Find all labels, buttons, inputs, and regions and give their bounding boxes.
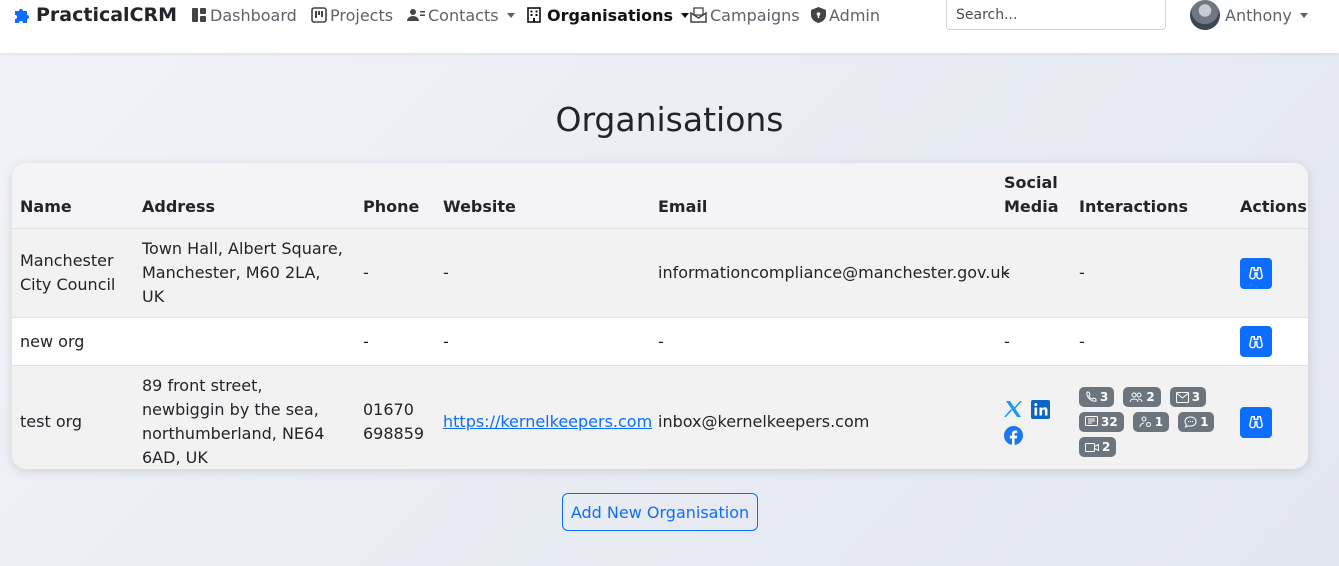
nav-organisations[interactable]: Organisations <box>527 0 689 30</box>
cell-name: Manchester City Council <box>12 228 134 318</box>
binoculars-icon <box>1249 335 1263 348</box>
header-phone: Phone <box>355 163 435 229</box>
nav-projects-label: Projects <box>330 5 394 25</box>
cell-interactions: 3 2 3 32 1 1 2 <box>1071 365 1232 469</box>
search-input[interactable] <box>946 0 1166 30</box>
header-name: Name <box>12 163 134 229</box>
interaction-badge-calls: 3 <box>1079 387 1115 408</box>
cell-interactions: - <box>1071 228 1232 318</box>
chevron-down-icon <box>680 12 689 18</box>
cell-actions <box>1232 228 1308 318</box>
cell-name: new org <box>12 317 134 366</box>
binoculars-icon <box>1249 416 1263 429</box>
interaction-badge-video: 2 <box>1079 437 1117 458</box>
header-actions: Actions <box>1232 163 1308 229</box>
organisations-table-card: Name Address Phone Website Email Social … <box>12 163 1308 469</box>
nav-organisations-label: Organisations <box>547 5 673 25</box>
cell-social <box>996 365 1071 469</box>
cell-address: Town Hall, Albert Square, Manchester, M6… <box>134 228 355 318</box>
nav-contacts[interactable]: Contacts <box>407 0 515 30</box>
cell-email: informationcompliance@manchester.gov.uk <box>650 228 1010 318</box>
header-website: Website <box>435 163 650 229</box>
cell-name: test org <box>12 365 134 469</box>
brand[interactable]: PracticalCRM <box>12 0 177 30</box>
people-icon <box>1129 392 1143 403</box>
website-link[interactable]: https://kernelkeepers.com <box>443 412 652 431</box>
cell-website: - <box>435 317 650 366</box>
interaction-badge-meetings: 2 <box>1123 387 1161 408</box>
cell-interactions: - <box>1071 317 1232 366</box>
view-organisation-button[interactable] <box>1240 326 1272 357</box>
x-twitter-icon[interactable] <box>1004 400 1023 418</box>
header-social-media: Social Media <box>996 163 1071 229</box>
nav-admin-label: Admin <box>829 5 880 25</box>
video-icon <box>1085 442 1099 452</box>
envelope-icon <box>1175 391 1189 403</box>
table-row: new org - - - - - <box>12 317 1308 366</box>
user-menu[interactable]: Anthony <box>1190 0 1308 30</box>
linkedin-icon[interactable] <box>1031 399 1050 419</box>
cell-social: - <box>996 317 1071 366</box>
nav-dashboard-label: Dashboard <box>210 5 297 25</box>
person-gear-icon <box>1139 416 1151 428</box>
table-header-row: Name Address Phone Website Email Social … <box>12 163 1308 229</box>
brand-name: PracticalCRM <box>36 4 178 26</box>
user-name: Anthony <box>1225 5 1292 25</box>
facebook-icon[interactable] <box>1004 425 1023 445</box>
kanban-icon <box>311 7 327 23</box>
navbar: PracticalCRM Dashboard Projects Contacts… <box>0 0 1339 53</box>
nav-admin[interactable]: Admin <box>811 0 880 30</box>
interaction-badge-visits: 1 <box>1132 412 1170 433</box>
nav-projects[interactable]: Projects <box>311 0 393 30</box>
building-icon <box>527 7 541 23</box>
person-lines-icon <box>407 9 425 21</box>
chevron-down-icon <box>506 12 515 18</box>
cell-website: - <box>435 228 650 318</box>
page-title: Organisations <box>555 100 784 139</box>
cell-phone: 01670 698859 <box>355 365 435 469</box>
interaction-badge-emails: 3 <box>1169 387 1207 408</box>
header-email: Email <box>650 163 996 229</box>
cell-website: https://kernelkeepers.com <box>435 365 652 469</box>
nav-campaigns-label: Campaigns <box>710 5 800 25</box>
interaction-badge-messages: 32 <box>1079 412 1124 433</box>
chat-icon <box>1184 416 1197 429</box>
shield-lock-icon <box>811 7 826 23</box>
cell-social: - <box>996 228 1071 318</box>
cell-address: 89 front street, newbiggin by the sea, n… <box>134 365 355 469</box>
cell-actions <box>1232 365 1308 469</box>
interaction-badge-chats: 1 <box>1178 412 1215 433</box>
avatar <box>1190 0 1220 30</box>
binoculars-icon <box>1249 267 1263 280</box>
dashboard-icon <box>192 8 206 22</box>
table-row: Manchester City Council Town Hall, Alber… <box>12 228 1308 318</box>
nav-campaigns[interactable]: Campaigns <box>690 0 800 30</box>
puzzle-logo-icon <box>15 9 29 23</box>
cell-email: - <box>650 317 996 366</box>
header-interactions: Interactions <box>1071 163 1232 229</box>
message-icon <box>1085 416 1098 427</box>
nav-dashboard[interactable]: Dashboard <box>191 0 297 30</box>
organisations-table: Name Address Phone Website Email Social … <box>12 163 1308 469</box>
chevron-down-icon <box>1299 12 1308 18</box>
header-address: Address <box>134 163 355 229</box>
cell-email: inbox@kernelkeepers.com <box>650 365 996 469</box>
nav-contacts-label: Contacts <box>428 5 499 25</box>
view-organisation-button[interactable] <box>1240 406 1272 438</box>
phone-icon <box>1086 391 1097 402</box>
table-row: test org 89 front street, newbiggin by t… <box>12 365 1308 469</box>
envelope-paper-icon <box>690 7 707 23</box>
cell-phone: - <box>355 228 435 318</box>
cell-address <box>134 317 355 366</box>
add-organisation-button[interactable]: Add New Organisation <box>562 493 758 531</box>
view-organisation-button[interactable] <box>1240 257 1272 289</box>
cell-phone: - <box>355 317 435 366</box>
cell-actions <box>1232 317 1308 366</box>
